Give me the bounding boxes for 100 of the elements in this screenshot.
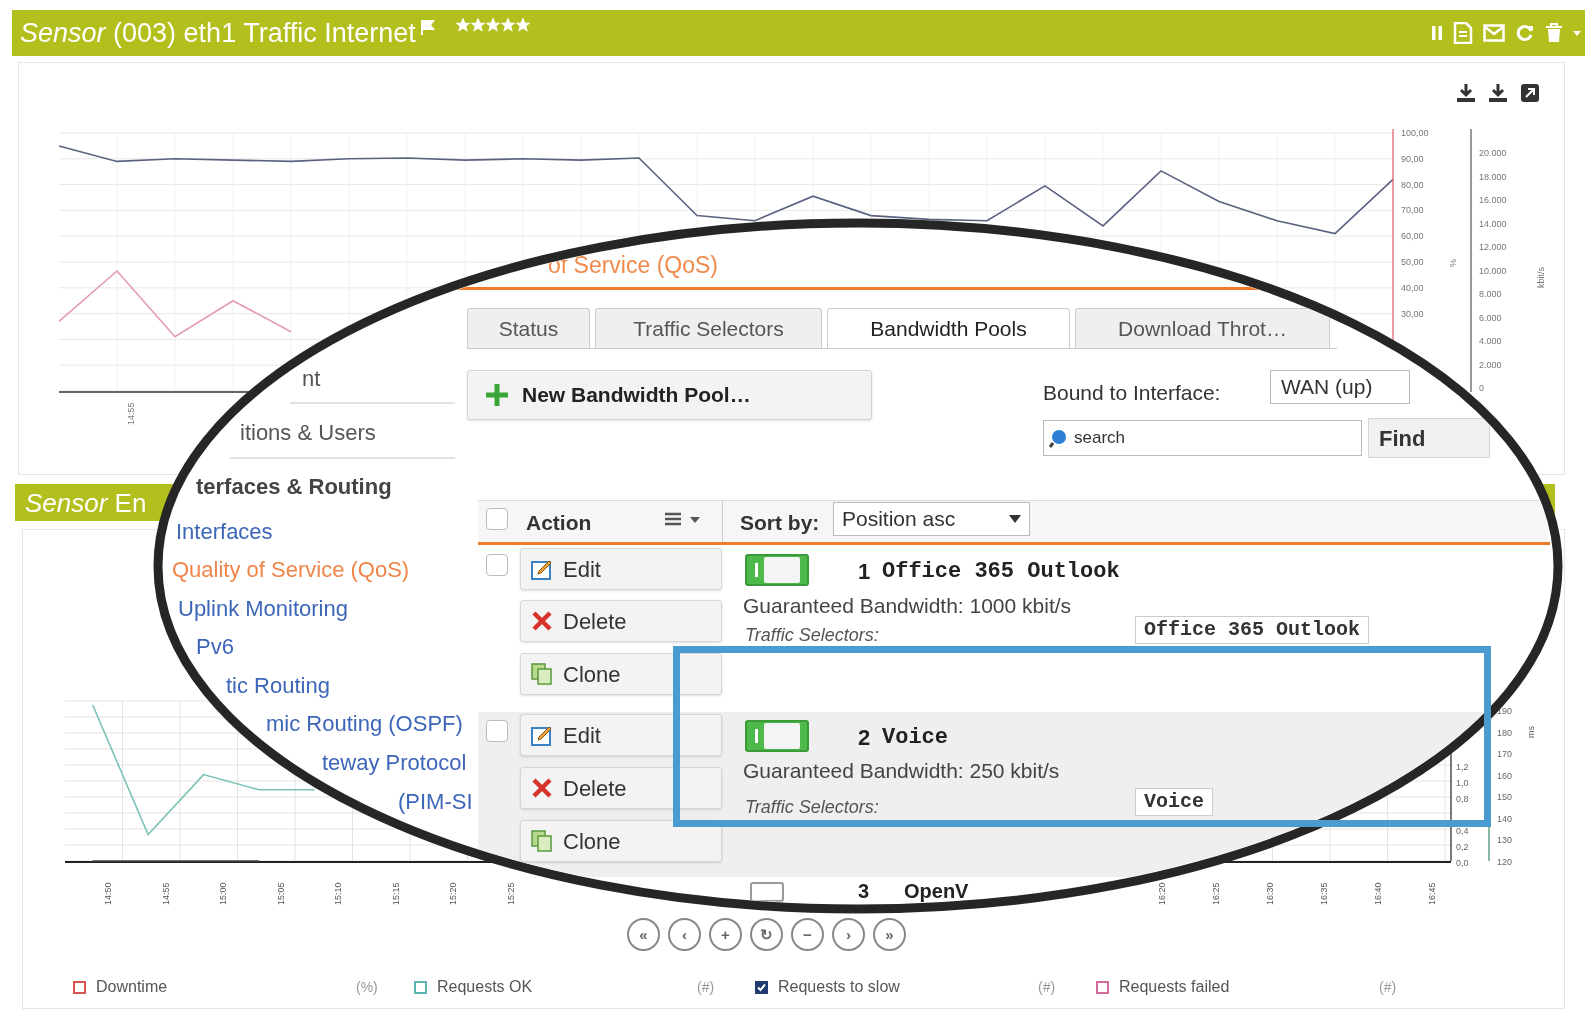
axis-label: 0,4 <box>1456 826 1469 836</box>
column-menu-icon[interactable] <box>664 512 702 528</box>
action-button[interactable]: Clone <box>520 653 722 695</box>
chart-zoom-button[interactable]: + <box>709 918 742 951</box>
star-icon[interactable] <box>515 18 530 32</box>
nav-link[interactable]: teway Protocol <box>322 746 467 779</box>
axis-label: 50,00 <box>1401 257 1424 267</box>
star-rating[interactable] <box>455 18 530 32</box>
axis-label: 14.000 <box>1479 218 1507 229</box>
time-label: 14:55 <box>160 882 171 905</box>
time-label: 16:40 <box>1373 882 1383 905</box>
action-button[interactable]: Clone <box>520 820 722 862</box>
flag-icon[interactable] <box>419 19 436 35</box>
search-field[interactable]: search <box>1043 420 1362 456</box>
find-button[interactable]: Find <box>1368 418 1490 458</box>
legend-label: Requests failed <box>1119 977 1231 997</box>
tab[interactable]: Status <box>467 308 590 348</box>
action-button[interactable]: Delete <box>520 600 722 642</box>
legend-unit: (#) <box>1379 977 1397 997</box>
mail-icon[interactable] <box>1483 24 1505 42</box>
chart-zoom-button[interactable]: ↻ <box>750 918 783 951</box>
bandwidth-text: Guaranteed Bandwidth: 250 kbit/s <box>743 758 1060 784</box>
legend-checkbox[interactable] <box>73 980 86 994</box>
toggle-switch[interactable] <box>745 554 809 586</box>
time-label: 14:50 <box>103 882 113 905</box>
trash-icon[interactable] <box>1545 23 1563 43</box>
download-icon[interactable] <box>1488 83 1508 103</box>
pool-name: Office 365 Outlook <box>882 558 1120 586</box>
star-icon[interactable] <box>455 18 470 32</box>
traffic-selector-tag[interactable]: Office 365 Outlook <box>1135 616 1370 644</box>
chart-zoom-button[interactable]: − <box>791 918 824 951</box>
nav-section[interactable]: itions & Users <box>240 416 376 449</box>
download-icon[interactable] <box>1456 83 1476 103</box>
chart-zoom-button[interactable]: » <box>873 918 906 951</box>
toggle-switch[interactable] <box>745 720 809 752</box>
interface-select[interactable]: WAN (up) <box>1270 370 1410 404</box>
axis-label: 4.000 <box>1479 336 1502 346</box>
pause-icon[interactable] <box>1431 24 1443 42</box>
plus-icon <box>484 382 510 408</box>
traffic-selector-tag[interactable]: Voice <box>1135 788 1213 816</box>
nav-link[interactable]: tic Routing <box>226 669 330 702</box>
time-label: 16:25 <box>1211 882 1221 905</box>
legend-label: Requests to slow <box>778 977 901 997</box>
axis-label: 1,0 <box>1456 778 1469 788</box>
axis-label: 120 <box>1497 856 1513 867</box>
cross-icon <box>531 777 553 799</box>
axis-label: 40,00 <box>1401 282 1424 293</box>
nav-section[interactable]: nt <box>302 362 321 395</box>
star-icon[interactable] <box>470 18 485 32</box>
legend-unit: (#) <box>1038 977 1056 997</box>
axis-label: 90,00 <box>1401 153 1424 164</box>
axis-label: 80,00 <box>1401 179 1424 190</box>
field-label: Traffic Selectors: <box>745 796 879 819</box>
axis-label: 140 <box>1497 813 1513 824</box>
expand-icon[interactable] <box>1520 83 1540 103</box>
chart-zoom-button[interactable]: ‹ <box>668 918 701 951</box>
axis-label: 1,2 <box>1456 762 1469 772</box>
pool-number: 3 <box>858 879 870 904</box>
nav-link[interactable]: Pv6 <box>196 630 234 663</box>
row-checkbox[interactable] <box>486 720 508 742</box>
action-button[interactable]: Edit <box>520 714 722 756</box>
nav-link[interactable]: (PIM-SI <box>398 785 473 818</box>
axis-label: 0,2 <box>1456 842 1469 852</box>
document-icon[interactable] <box>1453 22 1473 44</box>
tab[interactable]: Download Throt… <box>1075 308 1330 348</box>
axis-unit-label: kbit/s <box>1536 267 1546 288</box>
bandwidth-text: Guaranteed Bandwidth: 1000 kbit/s <box>743 593 1072 619</box>
axis-label: 12.000 <box>1479 242 1507 252</box>
chart-zoom-button[interactable]: › <box>832 918 865 951</box>
sort-select[interactable]: Position asc <box>833 502 1030 536</box>
pool-name: OpenV <box>904 879 969 904</box>
axis-label: 20.000 <box>1479 148 1507 158</box>
time-label: 15:05 <box>275 882 286 905</box>
legend-checkbox[interactable] <box>1096 980 1109 994</box>
action-button[interactable]: Delete <box>520 767 722 809</box>
legend-checkbox[interactable] <box>755 980 768 994</box>
nav-section[interactable]: terfaces & Routing <box>196 470 392 503</box>
select-all-checkbox[interactable] <box>486 508 508 530</box>
toggle-switch[interactable] <box>750 882 784 902</box>
field-label: Sort by: <box>740 510 820 536</box>
nav-link[interactable]: Uplink Monitoring <box>178 592 348 625</box>
row-checkbox[interactable] <box>486 554 508 576</box>
axis-label: 60,00 <box>1401 231 1424 242</box>
legend-checkbox[interactable] <box>414 980 427 994</box>
star-icon[interactable] <box>500 18 515 32</box>
axis-unit-label: % <box>1448 259 1458 267</box>
nav-link[interactable]: mic Routing (OSPF) <box>266 707 463 740</box>
tab[interactable]: Bandwidth Pools <box>827 308 1070 348</box>
caret-icon[interactable] <box>1573 28 1581 38</box>
star-icon[interactable] <box>485 18 500 32</box>
action-button[interactable]: Edit <box>520 548 722 590</box>
axis-label: 180 <box>1497 727 1513 738</box>
nav-link[interactable]: Interfaces <box>176 515 273 548</box>
chart-zoom-button[interactable]: « <box>627 918 660 951</box>
refresh-icon[interactable] <box>1515 23 1535 43</box>
tab[interactable]: Traffic Selectors <box>595 308 822 348</box>
axis-label: 0,8 <box>1456 794 1469 804</box>
new-bandwidth-pool-button[interactable]: New Bandwidth Pool… <box>467 370 872 420</box>
legend-label: Requests OK <box>437 977 534 997</box>
edit-icon <box>531 724 553 746</box>
